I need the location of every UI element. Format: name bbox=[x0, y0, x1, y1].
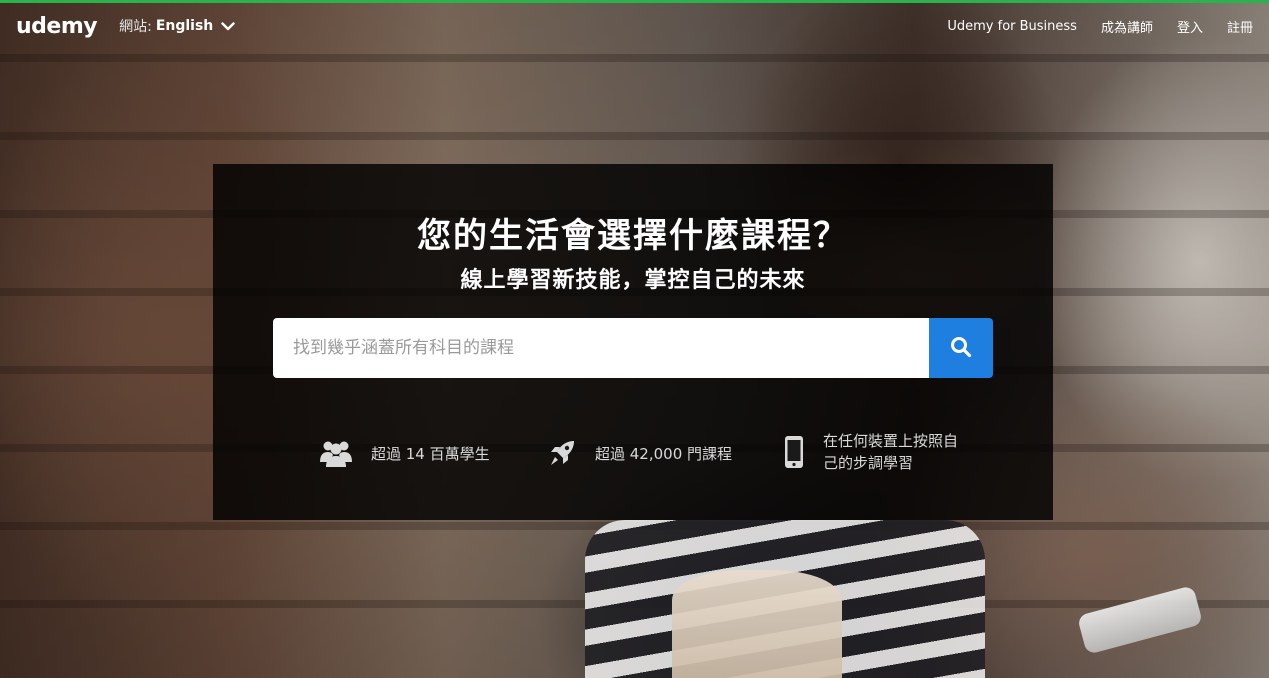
mobile-device-icon bbox=[783, 435, 805, 469]
nav-become-instructor[interactable]: 成為講師 bbox=[1101, 17, 1153, 36]
search-icon bbox=[950, 336, 972, 361]
site-language-value: English bbox=[155, 18, 214, 34]
stat-courses: 超過 42,000 門課程 bbox=[547, 438, 732, 468]
udemy-logo[interactable]: udemy bbox=[16, 14, 98, 39]
course-search bbox=[273, 318, 993, 378]
stat-students: 超過 14 百萬學生 bbox=[319, 438, 490, 468]
background-coffee-cup bbox=[672, 570, 842, 678]
nav-login[interactable]: 登入 bbox=[1177, 17, 1203, 36]
search-button[interactable] bbox=[929, 318, 993, 378]
site-language-label: 網站: bbox=[119, 19, 152, 35]
nav-udemy-for-business[interactable]: Udemy for Business bbox=[947, 19, 1077, 34]
stat-any-device-text: 在任何裝置上按照自己的步調學習 bbox=[823, 432, 959, 472]
nav-signup[interactable]: 註冊 bbox=[1227, 17, 1253, 36]
stats-row: 超過 14 百萬學生 超過 42,000 門課程 在任何裝置上按照自己的步調學習 bbox=[213, 430, 1053, 480]
students-icon bbox=[319, 438, 353, 468]
site-language-selector[interactable]: 網站: English bbox=[119, 16, 235, 36]
stat-any-device: 在任何裝置上按照自己的步調學習 bbox=[783, 430, 963, 474]
hero-title: 您的生活會選擇什麼課程？ bbox=[417, 216, 849, 256]
course-search-input[interactable] bbox=[273, 318, 929, 378]
stat-students-text: 超過 14 百萬學生 bbox=[371, 444, 490, 463]
rocket-icon bbox=[547, 438, 577, 468]
chevron-down-icon bbox=[221, 21, 235, 31]
background-phone bbox=[1076, 585, 1204, 655]
hero-background: udemy 網站: English Udemy for Business 成為講… bbox=[0, 0, 1269, 678]
hero-subtitle: 線上學習新技能，掌控自己的未來 bbox=[460, 268, 806, 293]
header-nav: Udemy for Business 成為講師 登入 註冊 bbox=[947, 17, 1253, 36]
stat-courses-text: 超過 42,000 門課程 bbox=[595, 444, 733, 463]
site-header: udemy 網站: English Udemy for Business 成為講… bbox=[0, 3, 1269, 49]
hero-panel: 您的生活會選擇什麼課程？ 線上學習新技能，掌控自己的未來 找到幾乎涵蓋所有科目的… bbox=[213, 164, 1053, 520]
